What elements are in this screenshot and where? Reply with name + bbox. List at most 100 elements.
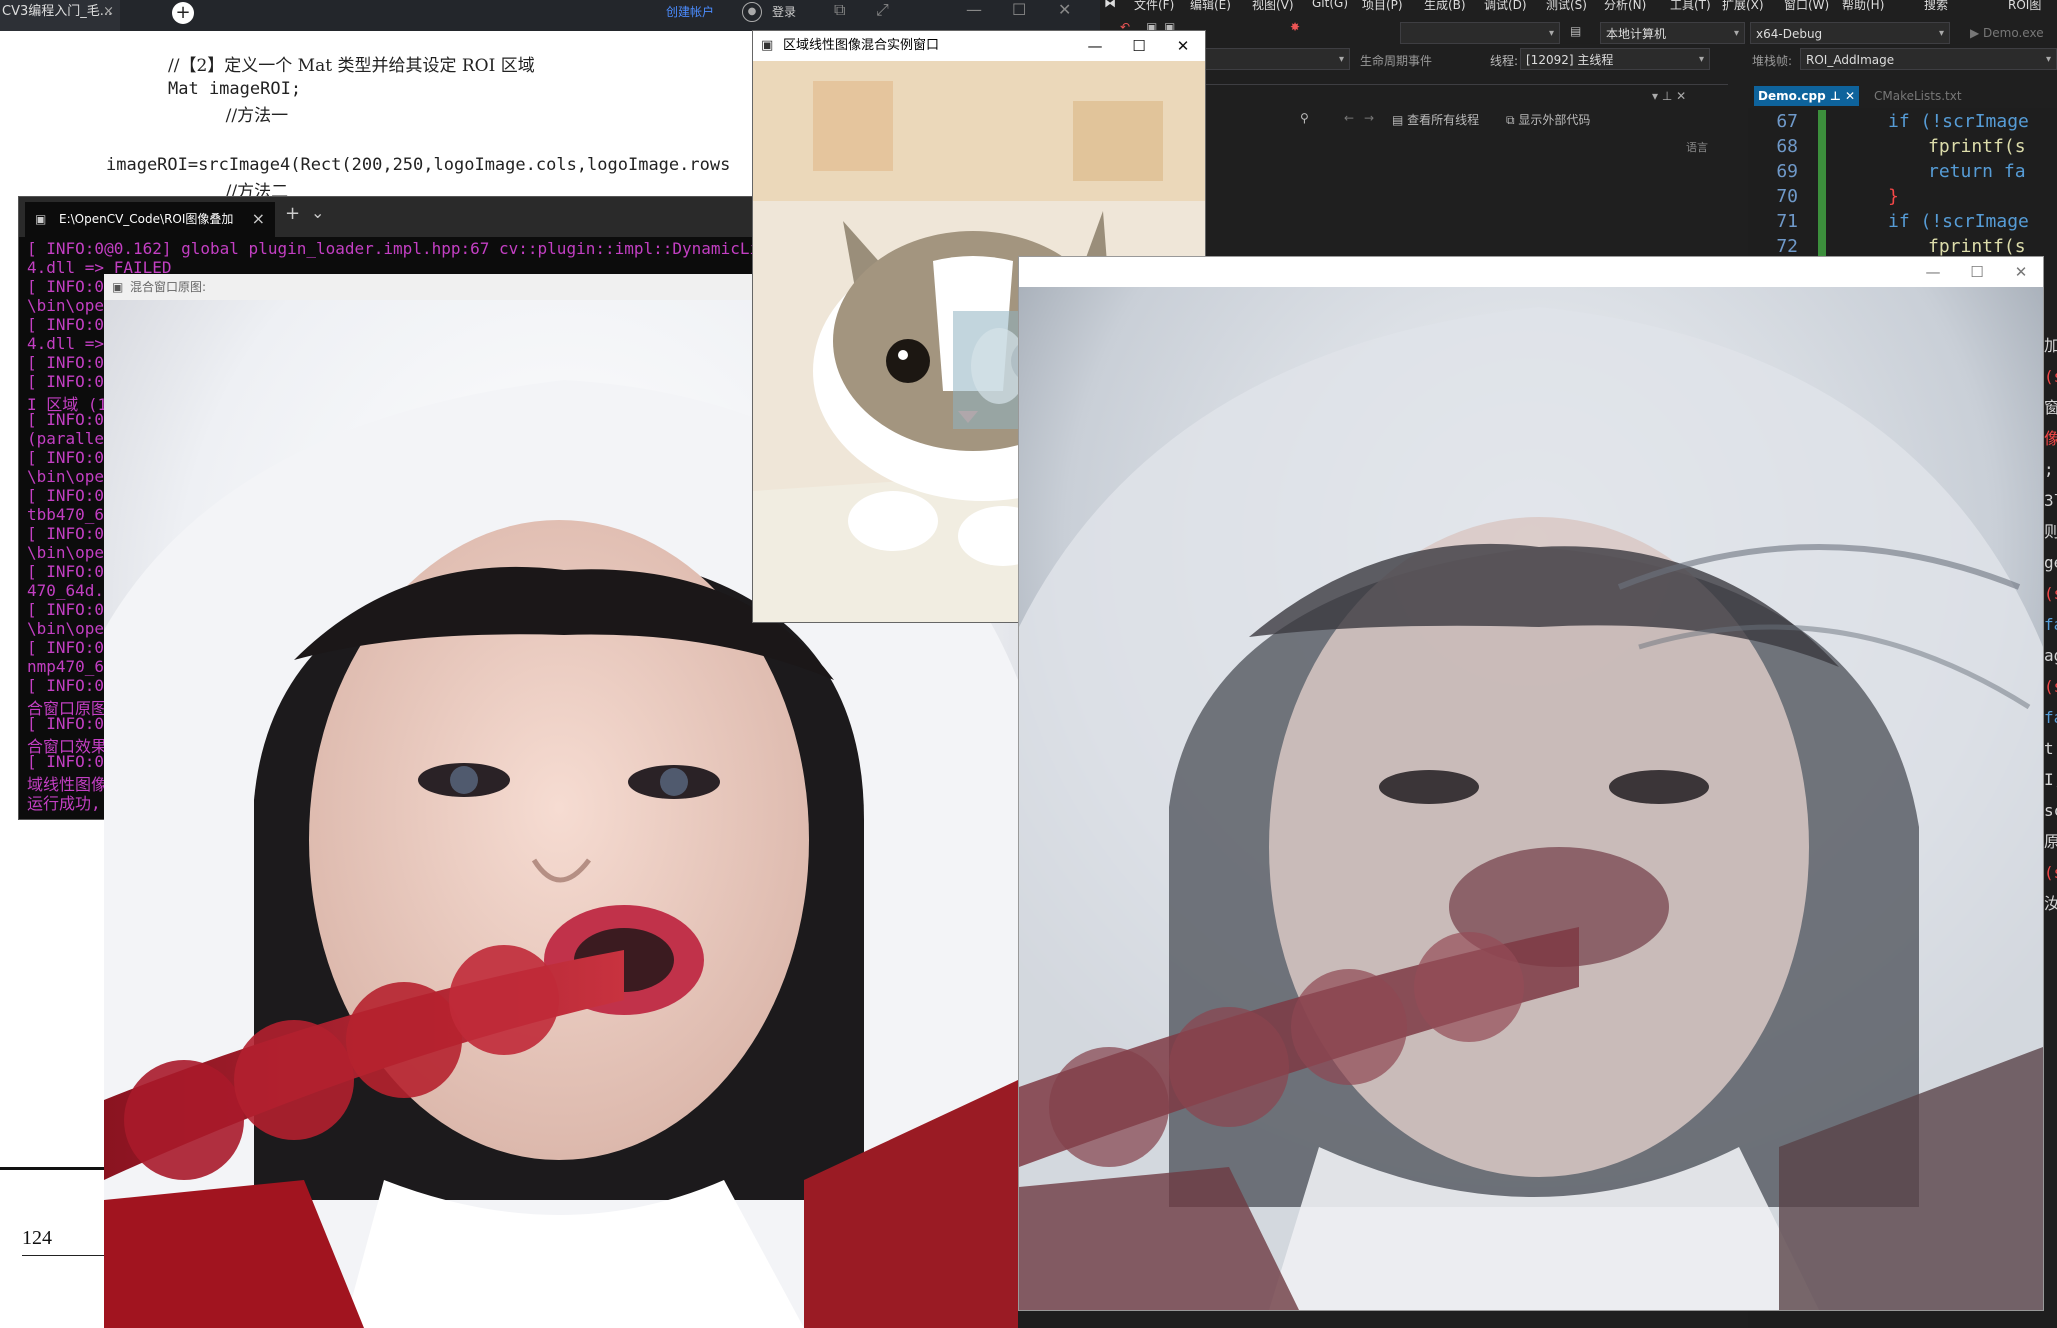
forward-icon[interactable]: → [1364, 111, 1374, 125]
show-external-code-button[interactable]: ⧉ 显示外部代码 [1506, 111, 1590, 128]
minimize-button[interactable]: — [1073, 31, 1117, 61]
log-line: [ INFO:0@0.162] global plugin_loader.imp… [27, 239, 757, 258]
log-line: [ INFO:0@ [27, 410, 114, 429]
divider [22, 1255, 104, 1256]
lifecycle-label[interactable]: 生命周期事件 [1360, 52, 1432, 69]
run-target: Demo.exe [1983, 26, 2044, 40]
code-line[interactable]: fprintf(s [1928, 236, 2026, 257]
run-button[interactable]: ▶ Demo.exe [1970, 26, 2044, 40]
fragment: fa [2044, 615, 2057, 634]
close-button[interactable]: ✕ [1999, 257, 2043, 287]
fragment: 原 [2044, 832, 2057, 851]
add-tab-button[interactable]: + [285, 203, 300, 224]
window-titlebar[interactable]: ▣ 区域线性图像混合实例窗口 — ☐ ✕ [753, 31, 1205, 61]
photo-blended-result [1019, 287, 2043, 1310]
stack-frame-dropdown[interactable]: ROI_AddImage [1800, 48, 2057, 70]
close-button[interactable]: ✕ [1161, 31, 1205, 61]
show-all-threads-label: 查看所有线程 [1407, 113, 1480, 127]
code-line: imageROI=srcImage4(Rect(200,250,logoImag… [106, 155, 731, 175]
code-line[interactable]: if (!scrImage [1888, 111, 2029, 132]
breakpoint-icon[interactable]: ✸ [1290, 20, 1300, 34]
code-line[interactable]: } [1888, 186, 1899, 207]
fragment: 汝 [2044, 894, 2057, 913]
code-line[interactable]: return fa [1928, 161, 2026, 182]
fragment: sc [2044, 801, 2057, 820]
show-all-threads-button[interactable]: ▤ 查看所有线程 [1392, 111, 1479, 128]
terminal-tab-label: E:\OpenCV_Code\ROI图像叠加 [59, 212, 234, 226]
window-icon: ▣ [761, 38, 774, 53]
log-line: [ INFO:0@ [27, 714, 114, 733]
log-line: nmp470_64 [27, 657, 114, 676]
close-icon[interactable]: × [252, 202, 265, 236]
close-icon[interactable]: ✕ [1058, 0, 1071, 20]
language-column-header[interactable]: 语言 [1686, 139, 1708, 155]
log-line: [ INFO:0@ [27, 315, 114, 334]
log-line: [ INFO:0@ [27, 562, 114, 581]
panel-pin-icon[interactable]: ▾ ⊥ ✕ [1652, 89, 1686, 103]
maximize-icon[interactable]: ☐ [1012, 0, 1026, 20]
stack-label: 堆栈帧: [1752, 54, 1793, 68]
menu-analyze[interactable]: 分析(N) [1604, 0, 1646, 13]
maximize-button[interactable]: ☐ [1955, 257, 1999, 287]
create-account-link[interactable]: 创建帐户 [666, 2, 714, 22]
show-external-code-label: 显示外部代码 [1518, 113, 1591, 127]
new-tab-button[interactable]: + [172, 2, 194, 24]
tab-cmakelists[interactable]: CMakeLists.txt [1870, 86, 1966, 106]
log-line: tbb470_64 [27, 505, 114, 524]
menu-git[interactable]: Git(G) [1312, 0, 1348, 10]
menu-help[interactable]: 帮助(H) [1842, 0, 1884, 13]
fragment: I; [2044, 770, 2057, 789]
book-tab[interactable]: CV3编程入门_毛... × [0, 0, 120, 31]
minimize-icon[interactable]: — [966, 0, 982, 20]
book-viewer-toolbar: CV3编程入门_毛... × + 创建帐户 ● 登录 ⧉ ⤢ — ☐ ✕ [0, 0, 1110, 31]
thread-dropdown[interactable]: [12092] 主线程 [1520, 48, 1710, 70]
config-dropdown[interactable]: x64-Debug [1750, 22, 1950, 44]
search-menu[interactable]: 搜索 [1924, 0, 1948, 13]
back-icon[interactable]: ← [1344, 111, 1354, 125]
menu-edit[interactable]: 编辑(E) [1190, 0, 1231, 13]
code-line[interactable]: if (!scrImage [1888, 211, 2029, 232]
folder-icon[interactable]: ▤ [1570, 24, 1581, 38]
expand-icon[interactable]: ⤢ [876, 0, 889, 20]
window-icon: ▣ [112, 280, 124, 294]
user-icon[interactable]: ● [742, 2, 762, 22]
line-number: 68 [1776, 136, 1798, 157]
line-number: 67 [1776, 111, 1798, 132]
fragment: 像 [2044, 429, 2057, 448]
fragment: (s [2044, 584, 2057, 603]
log-line: (parallel [27, 429, 114, 448]
menu-tools[interactable]: 工具(T) [1670, 0, 1711, 13]
window-titlebar[interactable]: — ☐ ✕ [1019, 257, 2043, 287]
chevron-down-icon[interactable]: ⌄ [311, 203, 324, 222]
minimize-button[interactable]: — [1911, 257, 1955, 287]
menu-view[interactable]: 视图(V) [1252, 0, 1294, 13]
menu-extensions[interactable]: 扩展(X) [1722, 0, 1764, 13]
tab-demo-cpp[interactable]: Demo.cpp ⊥ ✕ [1754, 86, 1860, 106]
menu-window[interactable]: 窗口(W) [1784, 0, 1829, 13]
search-icon[interactable]: ⚲ [1300, 111, 1309, 125]
terminal-tab[interactable]: ▣ E:\OpenCV_Code\ROI图像叠加 × [25, 202, 275, 237]
menu-file[interactable]: 文件(F) [1134, 0, 1174, 13]
code-fragment-strip: 加 (s 窗 像 ; 3l 则 ge (s fa ag (s fa t I; s… [2044, 300, 2057, 1328]
solution-dropdown[interactable] [1400, 22, 1560, 44]
menu-project[interactable]: 项目(P) [1362, 0, 1403, 13]
log-line: \bin\oper [27, 619, 114, 638]
code-comment: //方法一 [204, 106, 289, 126]
maximize-button[interactable]: ☐ [1117, 31, 1161, 61]
target-machine-dropdown[interactable]: 本地计算机 [1600, 22, 1745, 44]
log-line: [ INFO:0@ [27, 353, 114, 372]
screenshot-icon[interactable]: ⧉ [834, 0, 845, 20]
close-icon[interactable]: × [103, 0, 114, 24]
login-link[interactable]: 登录 [772, 2, 796, 22]
menu-debug[interactable]: 调试(D) [1484, 0, 1527, 13]
fragment: ge [2044, 553, 2057, 572]
code-line[interactable]: fprintf(s [1928, 136, 2026, 157]
fragment: ; [2044, 460, 2054, 479]
menu-build[interactable]: 生成(B) [1424, 0, 1466, 13]
line-number: 69 [1776, 161, 1798, 182]
thread-label: 线程: [1490, 54, 1519, 68]
fragment: (s [2044, 367, 2057, 386]
menu-test[interactable]: 测试(S) [1546, 0, 1587, 13]
log-line: 470_64d.c [27, 581, 114, 600]
line-number: 72 [1776, 236, 1798, 257]
